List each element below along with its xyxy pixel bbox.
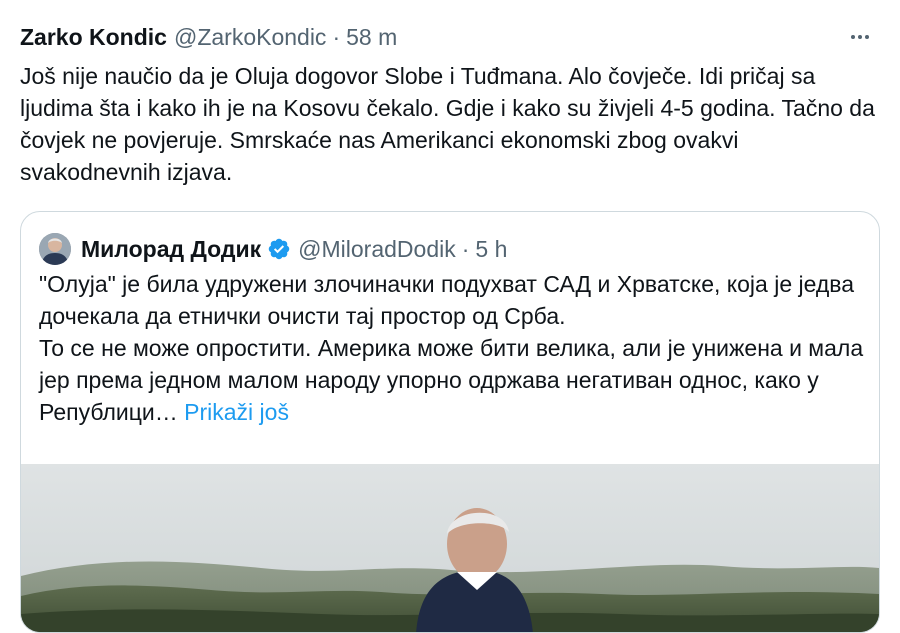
quoted-tweet-text: "Олуја" је била удружени злочиначки поду…	[39, 268, 864, 428]
separator-dot: ·	[332, 23, 341, 50]
separator-dot: ·	[461, 235, 470, 262]
quoted-tweet-time: 5 h	[475, 235, 508, 262]
tweet-header: Zarko Kondic @ZarkoKondic · 58 m	[20, 22, 880, 52]
tweet: Zarko Kondic @ZarkoKondic · 58 m Još nij…	[0, 0, 900, 633]
avatar-image	[39, 233, 71, 265]
quoted-tweet[interactable]: Милорад Додик @MiloradDodik · 5 h "Олуја…	[20, 211, 880, 633]
more-options-button[interactable]	[840, 20, 880, 54]
quoted-tweet-media[interactable]	[21, 464, 879, 632]
quoted-author-name: Милорад Додик	[81, 235, 262, 262]
tweet-time[interactable]: 58 m	[346, 24, 397, 51]
quoted-paragraph-2: То се не може опростити. Америка може би…	[39, 332, 864, 428]
quoted-paragraph-1: "Олуја" је била удружени злочиначки поду…	[39, 271, 855, 329]
tweet-text: Još nije naučio da je Oluja dogovor Slob…	[20, 63, 882, 185]
more-horizontal-icon	[851, 35, 869, 39]
media-photo	[21, 464, 879, 632]
quoted-paragraph-2-text: То се не може опростити. Америка може би…	[39, 335, 864, 425]
author-name[interactable]: Zarko Kondic	[20, 24, 167, 51]
verified-badge-icon	[267, 237, 291, 261]
quoted-author-handle: @MiloradDodik	[298, 235, 456, 262]
quoted-tweet-header: Милорад Додик @MiloradDodik · 5 h	[39, 232, 507, 266]
avatar[interactable]	[39, 233, 71, 265]
show-more-link[interactable]: Prikaži još	[184, 399, 289, 425]
author-handle[interactable]: @ZarkoKondic	[174, 24, 326, 51]
